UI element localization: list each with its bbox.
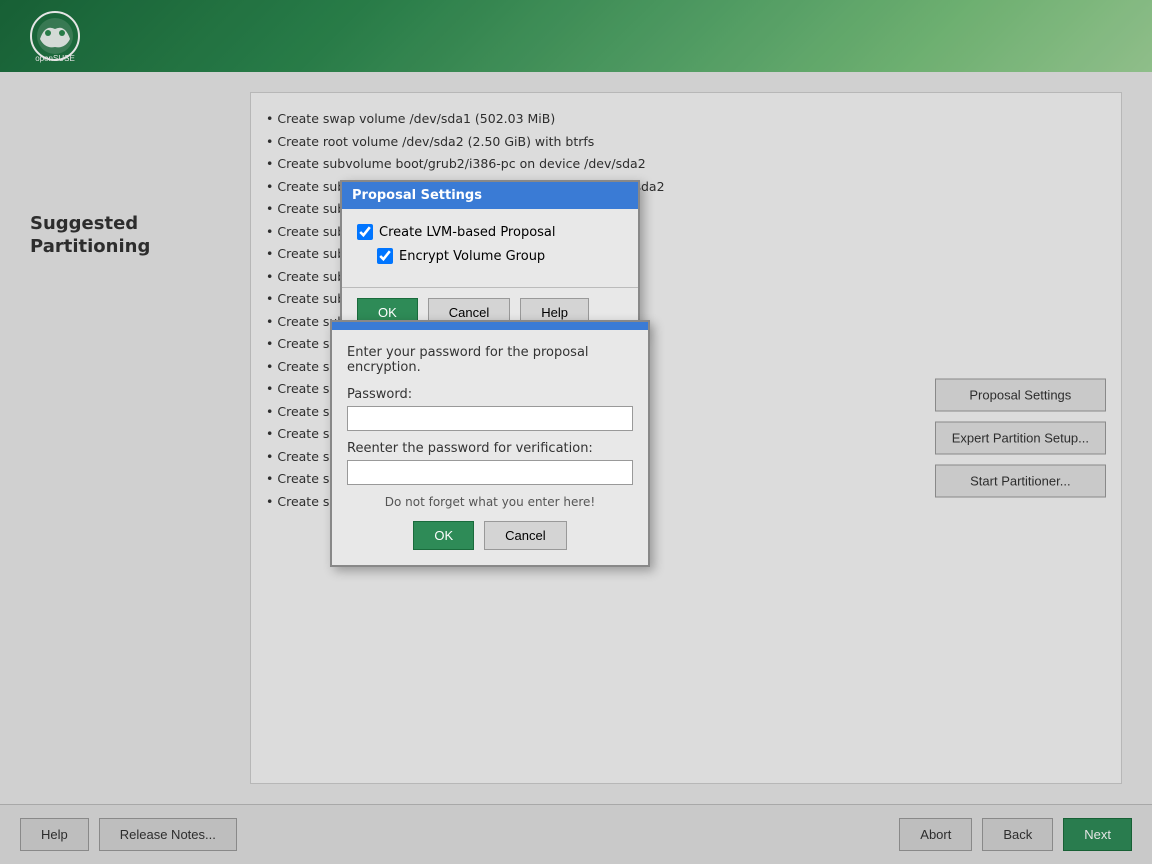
password-dialog-buttons: OK Cancel (347, 521, 633, 550)
password-ok-button[interactable]: OK (413, 521, 474, 550)
encrypt-checkbox[interactable] (377, 248, 393, 264)
proposal-dialog-body: Create LVM-based Proposal Encrypt Volume… (342, 209, 638, 287)
create-lvm-checkbox[interactable] (357, 224, 373, 240)
reenter-label: Reenter the password for verification: (347, 441, 633, 456)
encrypt-label: Encrypt Volume Group (399, 249, 545, 264)
proposal-dialog-title: Proposal Settings (342, 182, 638, 209)
create-lvm-label: Create LVM-based Proposal (379, 225, 556, 240)
password-description: Enter your password for the proposal enc… (347, 345, 633, 375)
password-note: Do not forget what you enter here! (347, 495, 633, 509)
password-dialog-body: Enter your password for the proposal enc… (332, 330, 648, 565)
encrypt-row: Encrypt Volume Group (377, 248, 623, 264)
create-lvm-row: Create LVM-based Proposal (357, 224, 623, 240)
password-dialog-titlebar (332, 322, 648, 330)
password-cancel-button[interactable]: Cancel (484, 521, 566, 550)
reenter-password-input[interactable] (347, 460, 633, 485)
proposal-settings-dialog: Proposal Settings Create LVM-based Propo… (340, 180, 640, 339)
password-label: Password: (347, 387, 633, 402)
password-dialog: Enter your password for the proposal enc… (330, 320, 650, 567)
password-input[interactable] (347, 406, 633, 431)
